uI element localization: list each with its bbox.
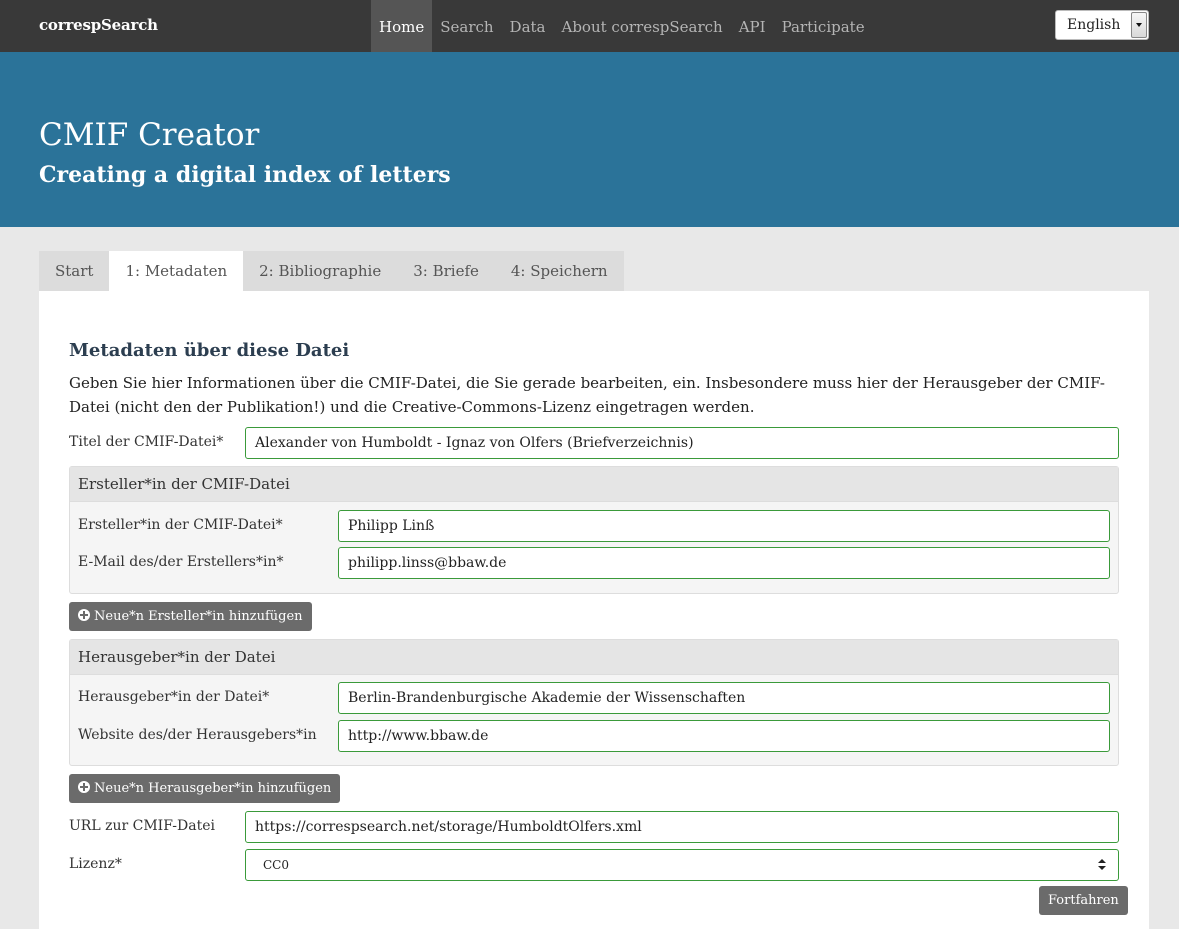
nav-home[interactable]: Home <box>371 0 433 52</box>
plus-circle-icon <box>78 781 90 793</box>
publisher-website-field[interactable]: http://www.bbaw.de <box>338 720 1110 752</box>
intro-text: Geben Sie hier Informationen über die CM… <box>69 374 1105 416</box>
tab-briefe[interactable]: 3: Briefe <box>397 251 495 291</box>
license-label: Lizenz* <box>69 856 122 872</box>
nav-participate[interactable]: Participate <box>774 0 873 52</box>
title-field[interactable]: Alexander von Humboldt - Ignaz von Olfer… <box>245 427 1119 459</box>
language-value: English <box>1067 17 1121 33</box>
brand-link[interactable]: correspSearch <box>39 16 158 34</box>
publisher-name-field[interactable]: Berlin-Brandenburgische Akademie der Wis… <box>338 682 1110 714</box>
url-field[interactable]: https://correspsearch.net/storage/Humbol… <box>245 811 1119 843</box>
tab-speichern[interactable]: 4: Speichern <box>494 251 624 291</box>
creator-name-label: Ersteller*in der CMIF-Datei* <box>78 517 283 533</box>
plus-circle-icon <box>78 609 90 621</box>
nav-data[interactable]: Data <box>502 0 554 52</box>
publisher-panel-heading: Herausgeber*in der Datei <box>70 640 1118 675</box>
creator-email-field[interactable]: philipp.linss@bbaw.de <box>338 547 1110 579</box>
publisher-website-label: Website des/der Herausgebers*in <box>78 727 317 743</box>
add-publisher-button[interactable]: Neue*n Herausgeber*in hinzufügen <box>69 774 341 803</box>
nav-about[interactable]: About correspSearch <box>554 0 731 52</box>
nav-search[interactable]: Search <box>432 0 501 52</box>
title-label: Titel der CMIF-Datei* <box>69 434 224 450</box>
page-header: CMIF Creator Creating a digital index of… <box>0 52 1179 227</box>
section-heading: Metadaten über diese Datei <box>69 340 350 361</box>
nav-api[interactable]: API <box>731 0 774 52</box>
main-nav: Home Search Data About correspSearch API… <box>371 0 873 52</box>
license-value: CC0 <box>263 858 289 872</box>
language-select[interactable]: English <box>1055 10 1149 40</box>
continue-button[interactable]: Fortfahren <box>1039 886 1128 915</box>
license-select[interactable]: CC0 <box>245 849 1119 881</box>
creator-email-label: E-Mail des/der Erstellers*in* <box>78 554 284 570</box>
page-subtitle: Creating a digital index of letters <box>39 162 451 188</box>
tab-bibliographie[interactable]: 2: Bibliographie <box>243 251 398 291</box>
publisher-name-label: Herausgeber*in der Datei* <box>78 689 270 705</box>
url-label: URL zur CMIF-Datei <box>69 818 215 834</box>
tab-metadaten[interactable]: 1: Metadaten <box>109 251 244 291</box>
creator-name-field[interactable]: Philipp Linß <box>338 510 1110 542</box>
tab-start[interactable]: Start <box>39 251 110 291</box>
sort-arrows-icon <box>1098 859 1106 871</box>
chevron-down-icon <box>1131 12 1147 38</box>
creator-panel-heading: Ersteller*in der CMIF-Datei <box>70 467 1118 502</box>
step-tabs: Start 1: Metadaten 2: Bibliographie 3: B… <box>39 251 624 291</box>
top-navbar: correspSearch Home Search Data About cor… <box>0 0 1179 52</box>
page-title: CMIF Creator <box>39 117 260 153</box>
add-publisher-label: Neue*n Herausgeber*in hinzufügen <box>94 781 332 796</box>
add-creator-label: Neue*n Ersteller*in hinzufügen <box>94 609 303 624</box>
add-creator-button[interactable]: Neue*n Ersteller*in hinzufügen <box>69 602 312 631</box>
